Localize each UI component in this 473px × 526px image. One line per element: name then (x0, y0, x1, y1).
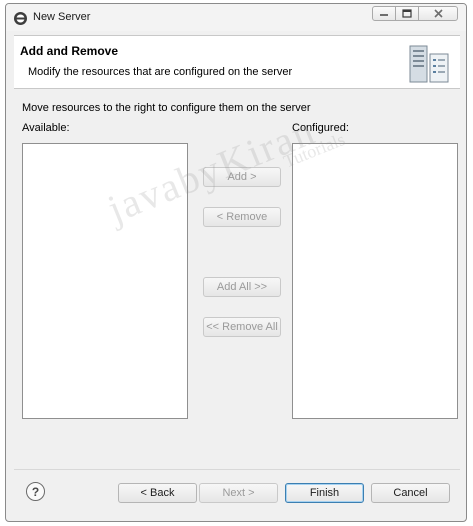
maximize-button[interactable] (395, 6, 419, 21)
page-description: Modify the resources that are configured… (28, 66, 293, 78)
minimize-icon (380, 13, 388, 16)
server-wizard-icon (409, 45, 449, 83)
close-button[interactable] (418, 6, 458, 21)
help-icon[interactable]: ? (26, 482, 45, 501)
finish-button[interactable]: Finish (285, 483, 364, 503)
configured-list[interactable] (292, 143, 458, 419)
minimize-button[interactable] (372, 6, 396, 21)
available-list[interactable] (22, 143, 188, 419)
title-bar[interactable]: New Server (6, 4, 466, 31)
back-button[interactable]: < Back (118, 483, 197, 503)
new-server-dialog: New Server Add and Remove Modify the res… (5, 3, 467, 522)
next-button[interactable]: Next > (199, 483, 278, 503)
cancel-button[interactable]: Cancel (371, 483, 450, 503)
maximize-icon (402, 9, 412, 18)
configured-label: Configured: (292, 122, 349, 134)
window-controls (372, 6, 458, 21)
window-title: New Server (33, 11, 91, 23)
add-all-button[interactable]: Add All >> (203, 277, 281, 297)
remove-all-button[interactable]: << Remove All (203, 317, 281, 337)
page-title: Add and Remove (20, 44, 119, 58)
footer-divider (14, 469, 460, 470)
instruction-text: Move resources to the right to configure… (22, 102, 311, 114)
eclipse-app-icon (14, 12, 27, 25)
close-icon (433, 9, 443, 18)
remove-button[interactable]: < Remove (203, 207, 281, 227)
available-label: Available: (22, 122, 70, 134)
add-button[interactable]: Add > (203, 167, 281, 187)
wizard-body: Move resources to the right to configure… (14, 90, 460, 465)
wizard-header: Add and Remove Modify the resources that… (14, 35, 460, 89)
